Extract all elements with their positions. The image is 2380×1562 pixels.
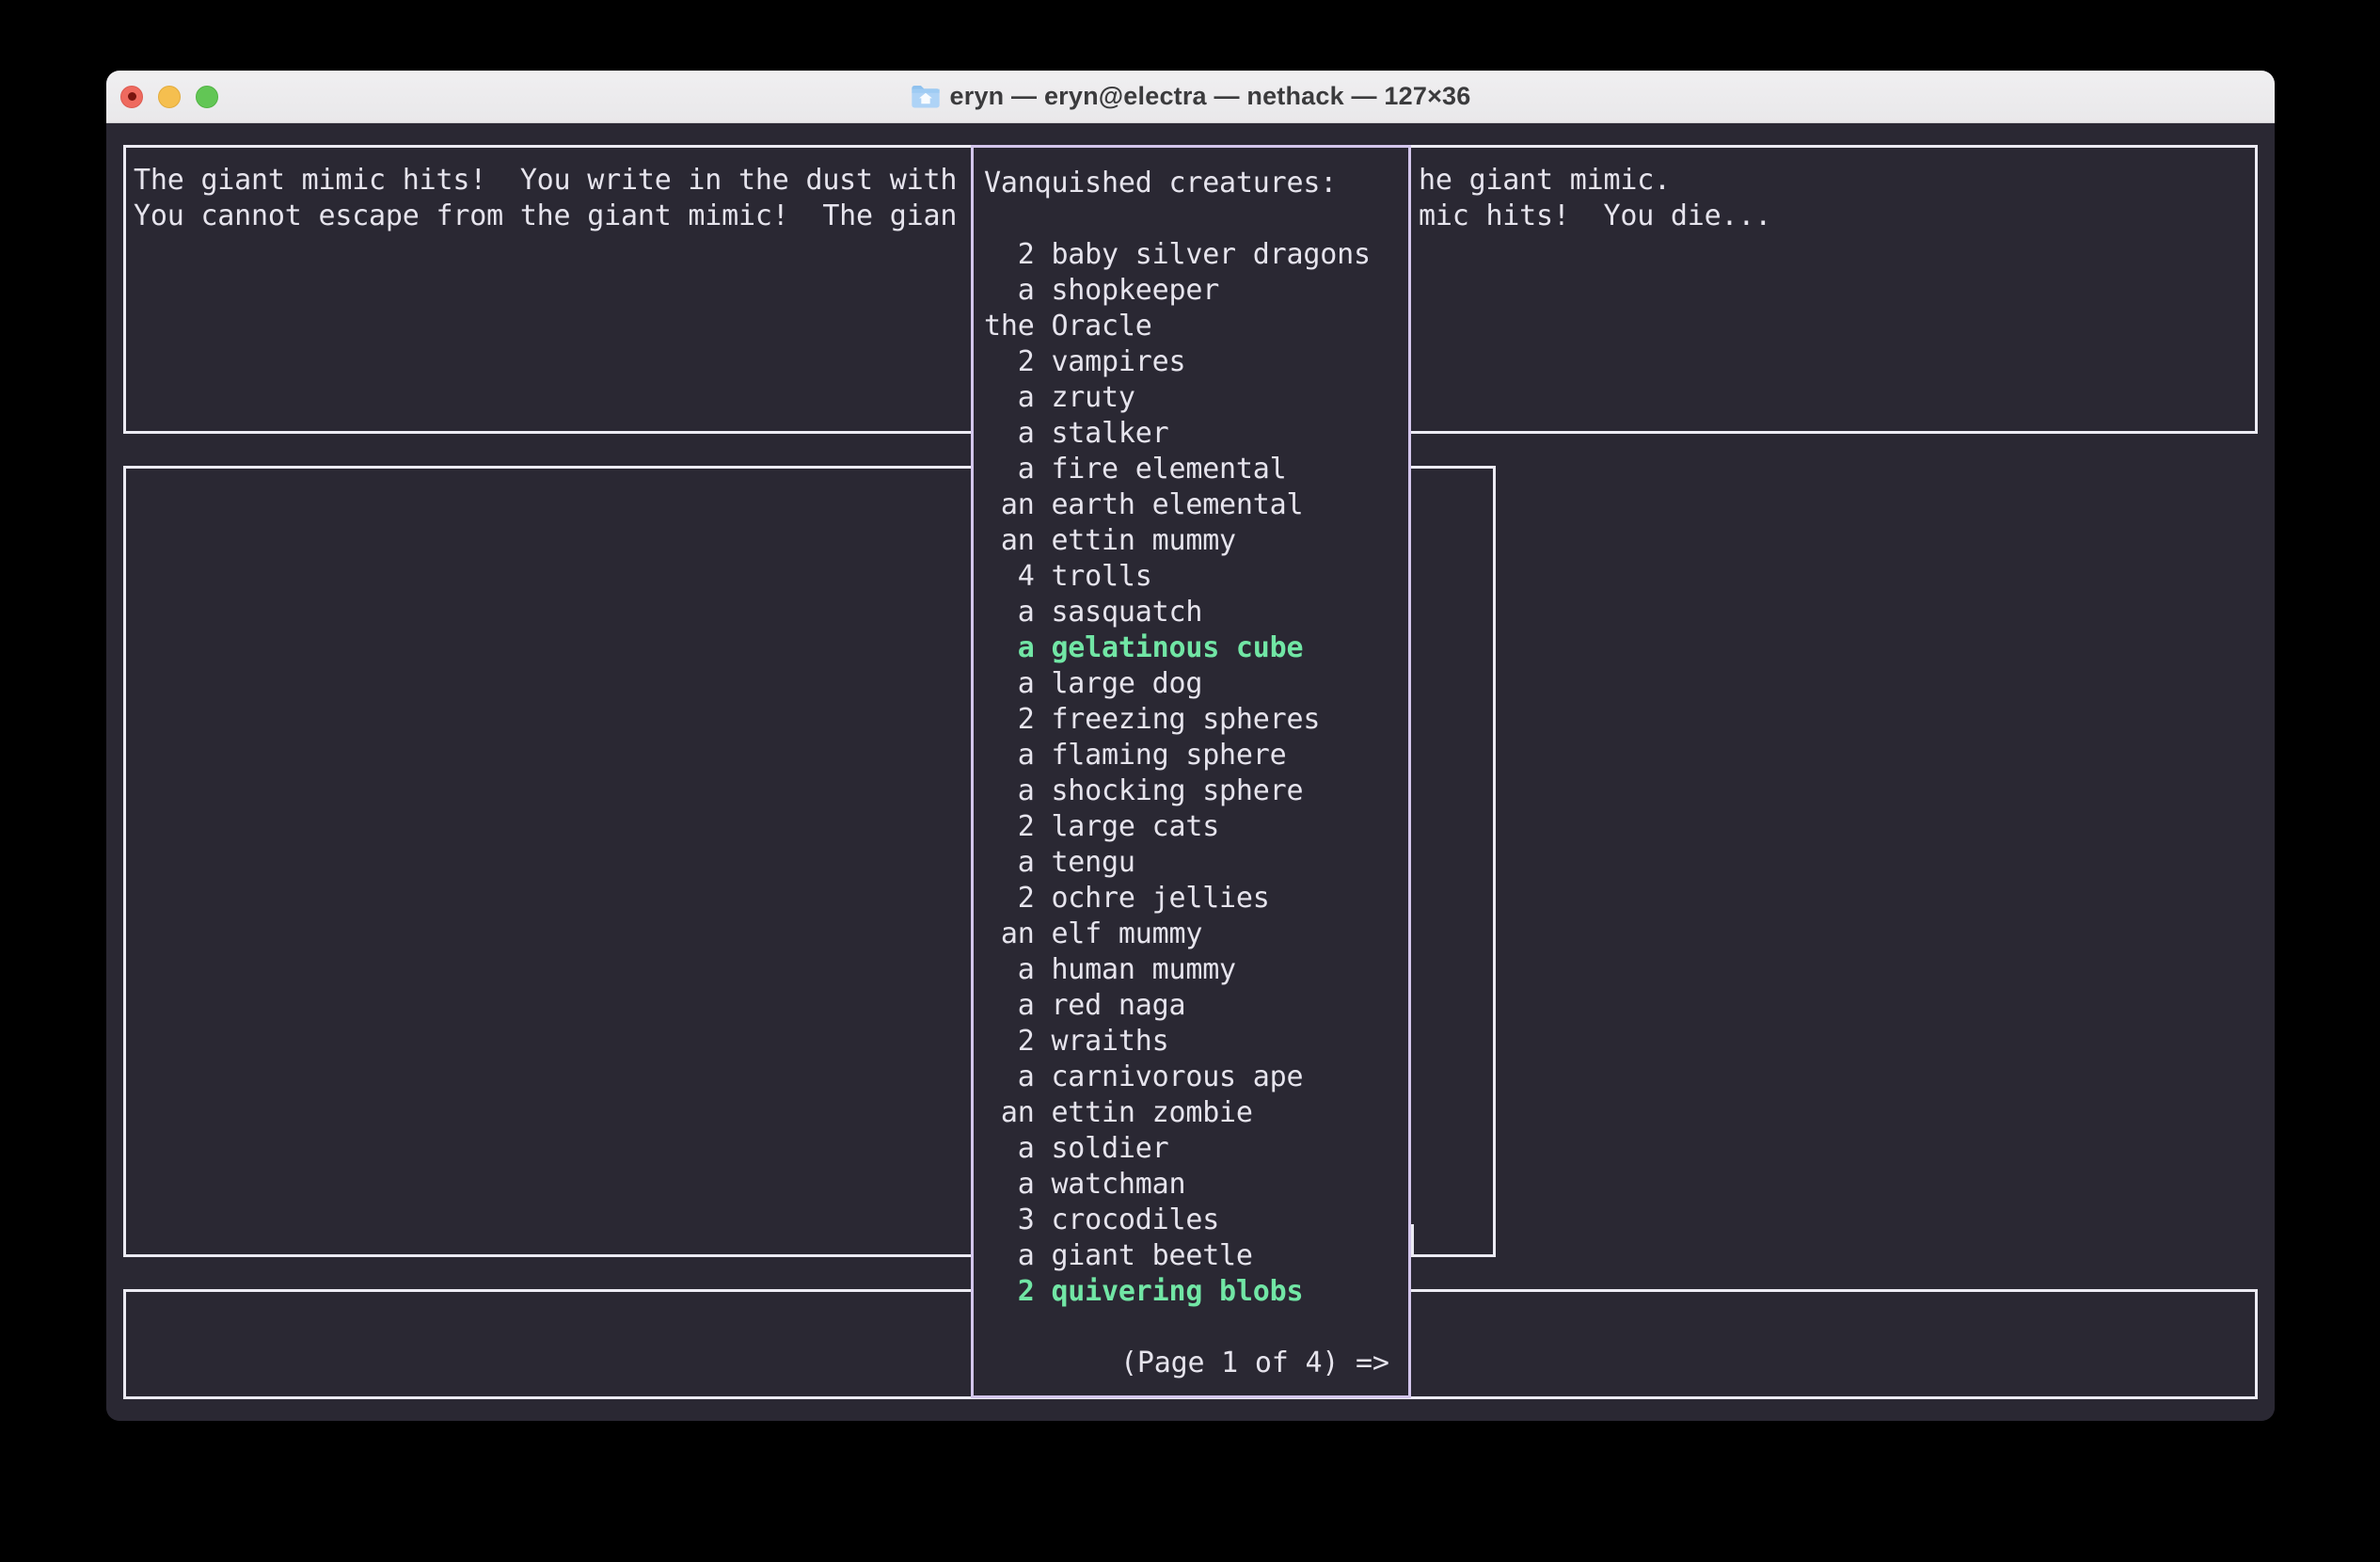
menu-item: a gelatinous cube xyxy=(984,630,1303,666)
menu-item: 2 quivering blobs xyxy=(984,1274,1303,1310)
menu-item: 4 trolls xyxy=(984,559,1152,595)
terminal-window: eryn — eryn@electra — nethack — 127×36 T… xyxy=(106,71,2275,1421)
titlebar[interactable]: eryn — eryn@electra — nethack — 127×36 xyxy=(106,71,2275,123)
menu-item: a carnivorous ape xyxy=(984,1060,1303,1095)
menu-item: 2 freezing spheres xyxy=(984,702,1320,738)
close-button[interactable] xyxy=(120,86,143,108)
screen: { "window": { "title": "eryn — eryn@elec… xyxy=(0,0,2380,1562)
traffic-lights xyxy=(106,71,218,122)
menu-item: a shocking sphere xyxy=(984,773,1303,809)
menu-item: an elf mummy xyxy=(984,916,1202,952)
vanquished-creatures-menu: Vanquished creatures: 2 baby silver drag… xyxy=(971,145,1411,1398)
terminal-screen[interactable]: The giant mimic hits! You write in the d… xyxy=(106,123,2275,1421)
menu-page-indicator: (Page 1 of 4) => xyxy=(1120,1346,1389,1381)
window-title: eryn — eryn@electra — nethack — 127×36 xyxy=(950,82,1471,111)
menu-item: a human mummy xyxy=(984,952,1236,988)
menu-item: a shopkeeper xyxy=(984,273,1219,309)
menu-item: 2 vampires xyxy=(984,344,1185,380)
menu-item: a soldier xyxy=(984,1131,1168,1167)
menu-item: a fire elemental xyxy=(984,452,1287,487)
menu-item: a zruty xyxy=(984,380,1135,416)
menu-item: a red naga xyxy=(984,988,1185,1024)
menu-item: a sasquatch xyxy=(984,595,1202,630)
message-line: he giant mimic. xyxy=(1419,163,1671,199)
menu-item: a giant beetle xyxy=(984,1238,1253,1274)
home-folder-icon xyxy=(911,84,941,109)
minimize-button[interactable] xyxy=(158,86,181,108)
map-box-border-stub xyxy=(1411,1224,1414,1257)
message-line: You cannot escape from the giant mimic! … xyxy=(134,199,957,234)
menu-item: an ettin mummy xyxy=(984,523,1236,559)
menu-item: a stalker xyxy=(984,416,1168,452)
title-wrap: eryn — eryn@electra — nethack — 127×36 xyxy=(911,82,1471,111)
menu-item: an earth elemental xyxy=(984,487,1303,523)
menu-item: 2 large cats xyxy=(984,809,1219,845)
menu-item: a flaming sphere xyxy=(984,738,1287,773)
menu-item: a tengu xyxy=(984,845,1135,881)
menu-item: 2 wraiths xyxy=(984,1024,1168,1060)
menu-item: 2 ochre jellies xyxy=(984,881,1270,916)
menu-item: a watchman xyxy=(984,1167,1185,1203)
menu-item: 3 crocodiles xyxy=(984,1203,1219,1238)
message-line: The giant mimic hits! You write in the d… xyxy=(134,163,957,199)
menu-item: 2 baby silver dragons xyxy=(984,237,1371,273)
menu-item: a large dog xyxy=(984,666,1202,702)
message-line: mic hits! You die... xyxy=(1419,199,1771,234)
zoom-button[interactable] xyxy=(196,86,218,108)
menu-item: an ettin zombie xyxy=(984,1095,1253,1131)
menu-title: Vanquished creatures: xyxy=(984,166,1337,201)
menu-item: the Oracle xyxy=(984,309,1152,344)
